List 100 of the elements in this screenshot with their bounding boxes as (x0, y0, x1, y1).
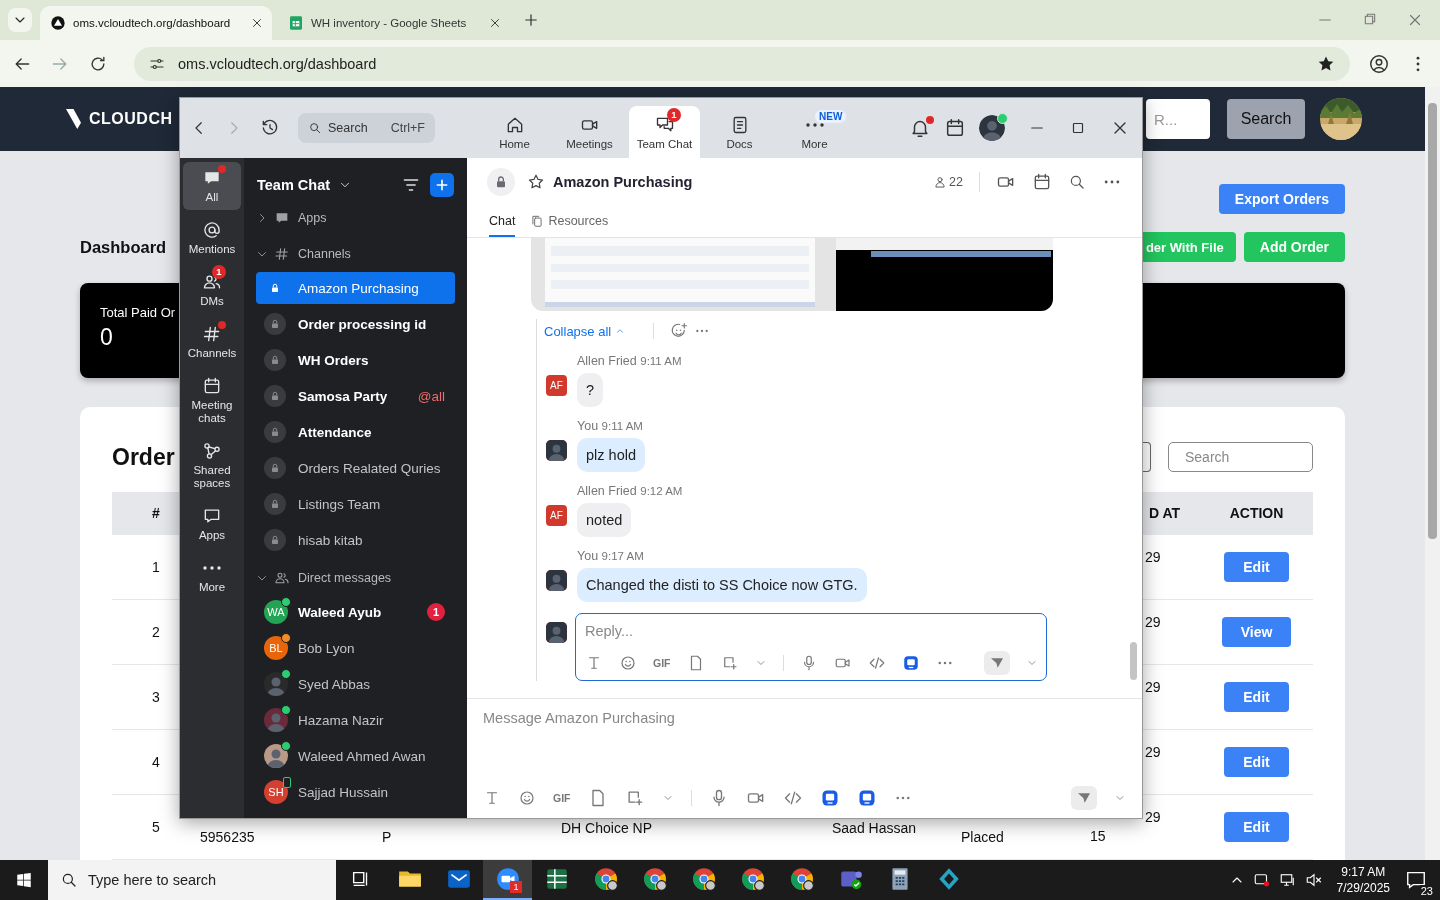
collapse-all-link[interactable]: Collapse all (544, 323, 626, 339)
message-composer[interactable]: Message Amazon Purchasing GIF (467, 698, 1142, 818)
meeting-icon[interactable] (1252, 871, 1271, 889)
contact-item[interactable]: WA Waleed Ayub 1 (256, 596, 455, 628)
members-button[interactable]: 22 (933, 175, 963, 189)
gif-button[interactable]: GIF (653, 657, 671, 669)
column-header: D AT (1148, 505, 1182, 521)
taskbar-app[interactable]: 1 (483, 860, 532, 900)
rail-item[interactable]: Apps (183, 500, 241, 548)
avatar: AF (546, 505, 567, 526)
rail-item[interactable]: Shared spaces (183, 435, 241, 496)
new-chat-button[interactable] (430, 173, 454, 197)
chevron-up-icon (615, 326, 626, 336)
restore-icon[interactable] (1362, 11, 1378, 27)
channel-item[interactable]: Listings Team (256, 488, 455, 520)
contact-item[interactable]: Syed Abbas (256, 668, 455, 700)
speaker-muted-icon[interactable] (1304, 871, 1323, 889)
lock-icon (269, 534, 281, 546)
channel-item[interactable]: Orders Realated Quries (256, 452, 455, 484)
rail-item[interactable]: More (183, 552, 241, 600)
send-button[interactable] (984, 651, 1010, 675)
nav-tab[interactable]: NEW More (779, 106, 850, 158)
address-bar[interactable]: oms.vcloudtech.org/dashboard (134, 46, 1350, 81)
chat-tab[interactable]: Resources (530, 206, 609, 237)
close-icon[interactable] (488, 16, 502, 30)
browser-tab[interactable]: WH inventory - Google Sheets (278, 6, 510, 40)
search-field[interactable]: R... (1146, 99, 1210, 139)
channel-item[interactable]: Order processing id (256, 308, 455, 340)
chat-tab[interactable]: Chat (489, 206, 516, 237)
row-action-button[interactable]: Edit (1224, 747, 1289, 777)
clock[interactable]: 9:17 AM 7/29/2025 (1336, 864, 1390, 896)
app-icon[interactable] (901, 654, 920, 672)
network-icon[interactable] (1278, 871, 1297, 889)
contact-item[interactable]: Waleed Ahmed Awan (256, 740, 455, 772)
row-action-button[interactable]: View (1221, 617, 1292, 647)
channel-item[interactable]: hisab kitab (256, 524, 455, 556)
message-bubble: ? (577, 373, 604, 407)
contact-item[interactable]: Hazama Nazir (256, 704, 455, 736)
star-icon[interactable] (527, 173, 545, 191)
lock-icon (269, 282, 281, 294)
send-button[interactable] (1071, 786, 1097, 810)
lock-icon (269, 462, 281, 474)
section-header[interactable]: Apps (244, 200, 467, 236)
channel-item[interactable]: WH Orders (256, 344, 455, 376)
search-icon[interactable] (1068, 173, 1086, 191)
calendar-icon[interactable] (1032, 172, 1052, 192)
emoji-icon[interactable] (619, 654, 637, 672)
rail-item[interactable]: Meeting chats (183, 370, 241, 431)
files-icon (530, 213, 545, 228)
nav-tab[interactable]: Docs (704, 106, 775, 158)
calendar-icon (202, 376, 222, 396)
section-header[interactable]: Direct messages (244, 560, 467, 596)
gif-button[interactable]: GIF (553, 792, 571, 804)
nav-tab[interactable]: Meetings (554, 106, 625, 158)
table-cell: P (382, 829, 392, 845)
nodes-icon (202, 441, 222, 461)
section-header[interactable]: Channels (244, 236, 467, 272)
rail-item[interactable]: All (183, 162, 241, 210)
browser-icon (641, 866, 668, 892)
rail-item[interactable]: Mentions (183, 214, 241, 262)
mention-tag: @all (417, 388, 445, 404)
new-tab-icon[interactable] (522, 11, 540, 29)
rail-item[interactable]: Channels (183, 318, 241, 366)
row-action-button[interactable]: Edit (1224, 812, 1289, 842)
browser-tab[interactable]: oms.vcloudtech.org/dashboard (40, 6, 272, 40)
panel-title[interactable]: Team Chat (257, 177, 331, 193)
hash-icon (274, 246, 290, 262)
scrollbar[interactable] (1425, 87, 1440, 860)
column-header: # (151, 505, 161, 521)
contact-item[interactable]: SH Sajjad Hussain (256, 776, 455, 808)
row-action-button[interactable]: Edit (1224, 552, 1289, 582)
search-button[interactable]: Search (1227, 99, 1305, 139)
row-action-button[interactable]: Edit (1224, 682, 1289, 712)
channel-item[interactable]: Amazon Purchasing (256, 272, 455, 304)
taskbar-search-field[interactable]: Type here to search (48, 860, 336, 900)
avatar: WA (264, 600, 288, 624)
lock-icon (269, 426, 281, 438)
export-orders-button[interactable]: Export Orders (1218, 184, 1345, 214)
search-field[interactable]: Search (1168, 442, 1313, 472)
emoji-icon[interactable] (518, 789, 536, 807)
avatar: SH (264, 780, 288, 804)
nav-tab[interactable]: Home (479, 106, 550, 158)
channel-item[interactable]: Samosa Party @all (256, 380, 455, 412)
channel-item[interactable]: Attendance (256, 416, 455, 448)
avatar (546, 440, 567, 461)
reply-field[interactable]: Reply... GIF (575, 613, 1047, 681)
nav-tab[interactable]: 1 Team Chat (629, 106, 700, 158)
scrollbar[interactable] (1130, 642, 1137, 680)
start-icon[interactable] (15, 871, 33, 889)
calendar-icon[interactable] (944, 117, 966, 139)
rail-item[interactable]: 1 DMs (183, 266, 241, 314)
avatar[interactable] (979, 115, 1005, 141)
message-bubble: noted (577, 503, 632, 537)
profile-icon[interactable] (1368, 52, 1390, 75)
contact-item[interactable]: BL Bob Lyon (256, 632, 455, 664)
close-icon[interactable] (250, 16, 264, 30)
add-reaction-icon[interactable] (670, 322, 689, 340)
search-field[interactable]: Search Ctrl+F (298, 113, 435, 143)
dots-icon (203, 566, 221, 570)
code-icon[interactable] (867, 654, 886, 672)
